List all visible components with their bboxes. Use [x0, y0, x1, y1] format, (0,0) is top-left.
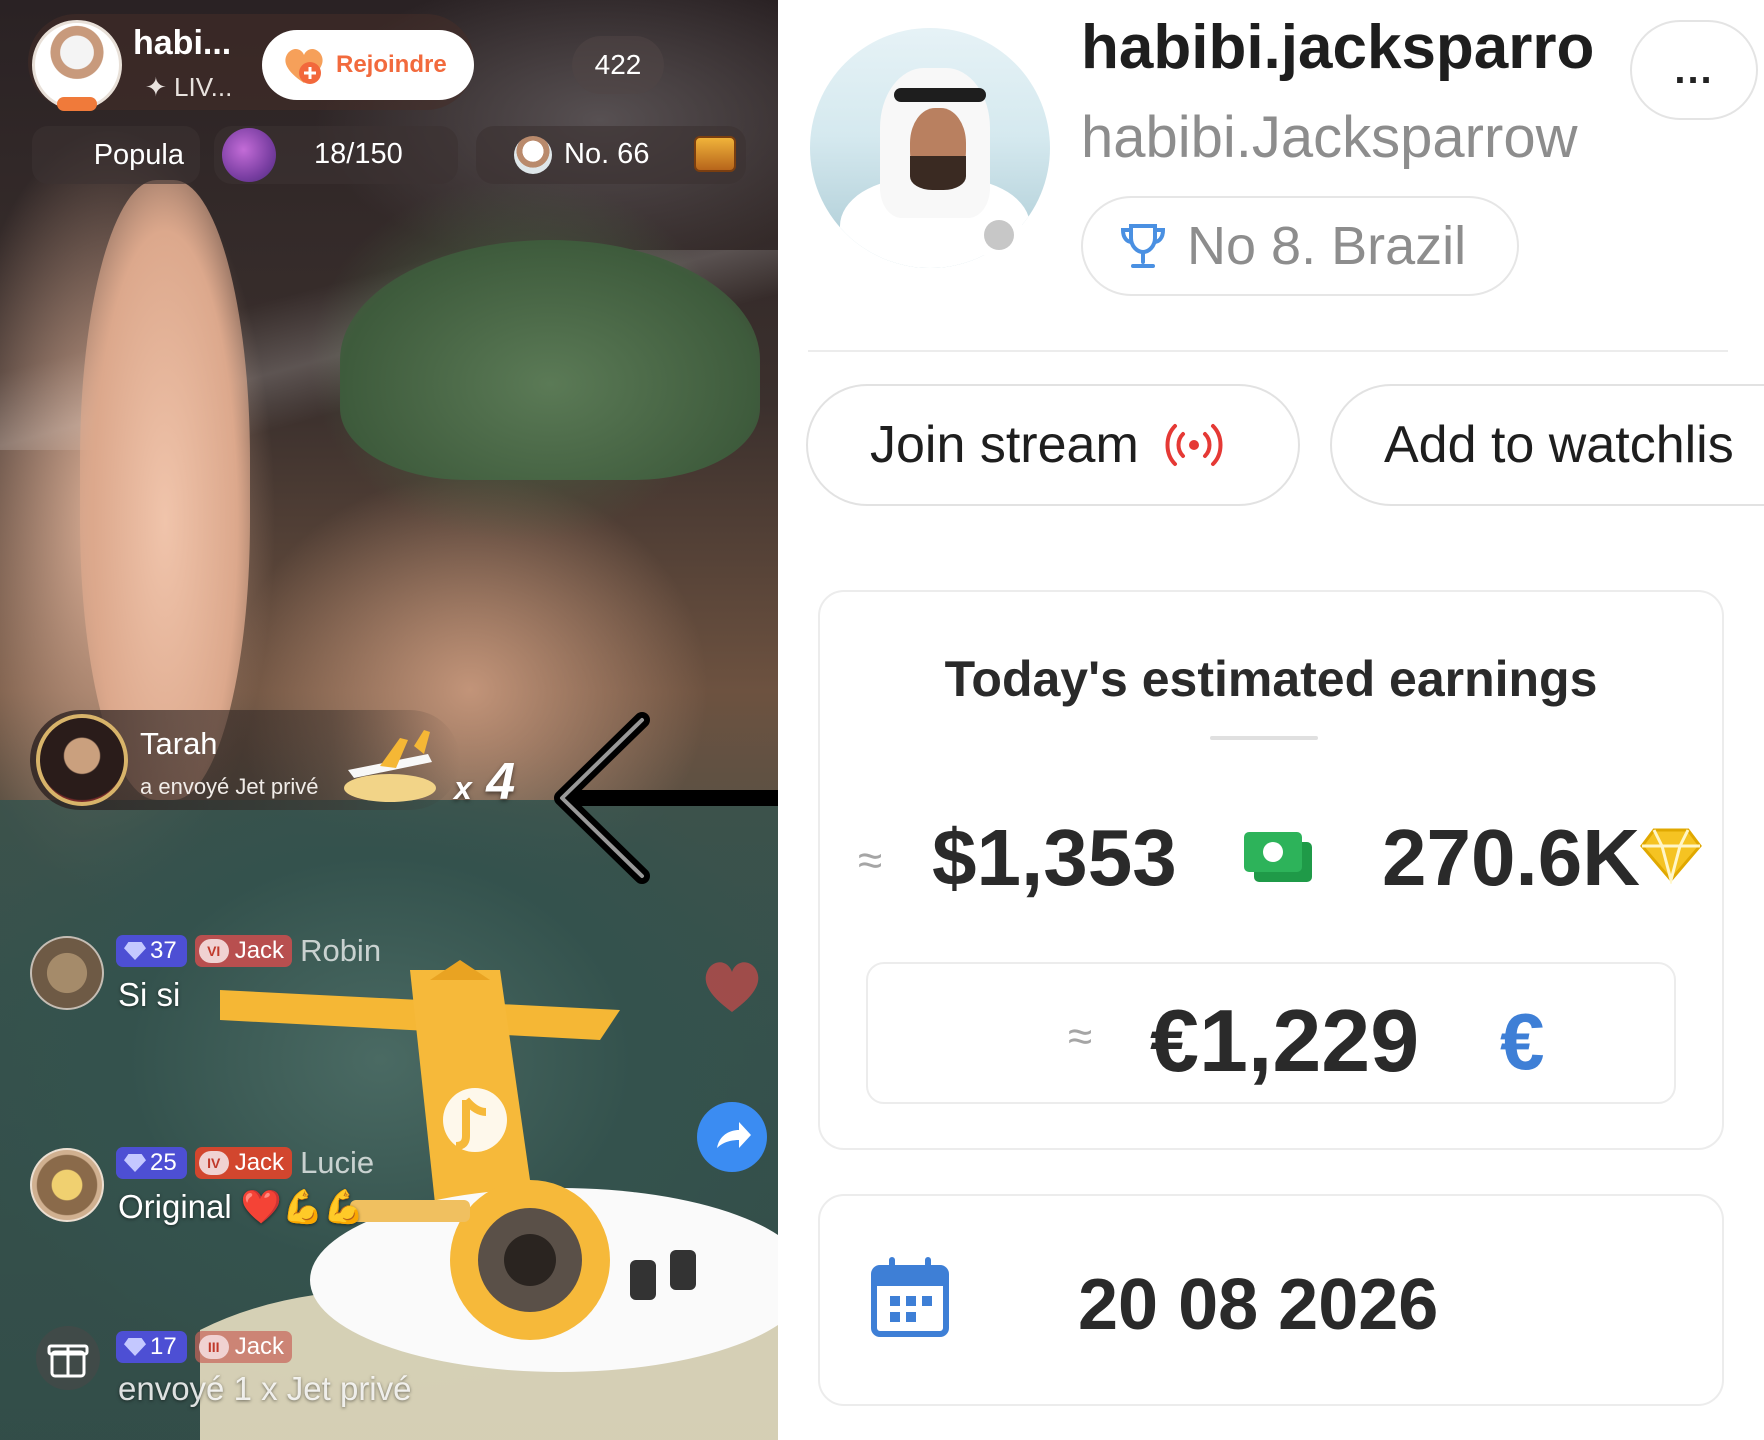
online-status-indicator [974, 210, 1024, 260]
ranking-pill[interactable]: No. 66 [476, 126, 746, 184]
profile-handle: habibi.Jacksparrow [1081, 105, 1578, 170]
background-cap [340, 240, 760, 480]
background-hand [80, 180, 250, 800]
chat-message: envoyé 1 x Jet privé [118, 1370, 412, 1407]
rank-progress: 18/150 [314, 138, 403, 170]
ranking-number: No. 66 [564, 138, 650, 170]
usd-earnings: $1,353 [932, 813, 1177, 902]
heart-plus-icon [285, 48, 323, 84]
earnings-title: Today's estimated earnings [944, 651, 1598, 707]
divider [808, 350, 1728, 352]
host-live-label: ✦ LIV... [145, 72, 233, 102]
gift-button[interactable] [36, 1326, 100, 1390]
profile-panel: habibi.jacksparro habibi.Jacksparrow ...… [778, 0, 1764, 1440]
gift-count: x 4 [454, 753, 516, 811]
annotation-arrow [554, 712, 778, 884]
chat-avatar[interactable] [30, 1148, 104, 1222]
popularity-button[interactable]: Popula [32, 126, 200, 184]
earnings-title-underline [1210, 736, 1318, 740]
chat-meta: 17 III Jack [116, 1330, 293, 1364]
chat-meta: 25 IV Jack Lucie [116, 1145, 374, 1181]
host-avatar[interactable] [32, 20, 122, 111]
add-to-watchlist-button[interactable]: Add to watchlis [1330, 384, 1764, 506]
chat-username[interactable]: Lucie [300, 1145, 374, 1181]
host-name: habi... [133, 24, 232, 62]
rank-badge[interactable]: No 8. Brazil [1081, 196, 1519, 296]
gift-sender-name: Tarah [140, 726, 218, 761]
fan-club-badge: VI Jack [194, 935, 293, 967]
ranking-avatar [514, 136, 552, 174]
gift-sender-avatar[interactable] [36, 714, 128, 806]
live-broadcast-icon [1165, 424, 1223, 466]
more-options-button[interactable]: ... [1630, 20, 1758, 120]
approx-symbol: ≈ [858, 836, 883, 885]
earnings-date: 20 08 2026 [1078, 1265, 1439, 1345]
gift-message: a envoyé Jet privé [140, 774, 319, 799]
gem-icon [124, 1338, 146, 1356]
share-button[interactable] [697, 1102, 767, 1172]
approx-symbol: ≈ [1068, 1012, 1093, 1061]
chat-message: Si si [118, 976, 181, 1013]
profile-display-name: habibi.jacksparro [1081, 13, 1595, 82]
chat-username[interactable]: Robin [300, 933, 381, 969]
fan-club-badge: III Jack [194, 1331, 293, 1363]
join-button-label: Rejoindre [336, 51, 447, 78]
add-to-watchlist-label: Add to watchlis [1384, 416, 1734, 474]
gem-level-badge: 25 [116, 1147, 187, 1179]
calendar-icon [871, 1257, 949, 1337]
diamond-earnings: 270.6K [1382, 813, 1640, 902]
gift-icon [47, 1344, 89, 1378]
join-stream-label: Join stream [870, 416, 1139, 474]
heart-icon [705, 962, 759, 1012]
gem-level-badge: 17 [116, 1331, 187, 1363]
join-button[interactable]: Rejoindre [262, 30, 474, 100]
gem-icon [124, 1154, 146, 1172]
gem-level-badge: 37 [116, 935, 187, 967]
live-stream-view: habi... ✦ LIV... Rejoindre 422 Popula 18… [0, 0, 778, 1440]
eur-earnings: €1,229 [1150, 991, 1420, 1090]
chat-message: Original ❤️💪💪 [118, 1188, 365, 1225]
chat-avatar[interactable] [30, 936, 104, 1010]
rank-label: No 8. Brazil [1187, 216, 1467, 276]
fan-club-badge: IV Jack [194, 1147, 293, 1179]
gem-icon [124, 942, 146, 960]
chat-meta: 37 VI Jack Robin [116, 933, 381, 969]
share-icon [717, 1122, 751, 1148]
chest-icon[interactable] [694, 136, 736, 172]
diamond-icon [1640, 828, 1702, 884]
rank-progress-pill[interactable]: 18/150 [214, 126, 458, 184]
cash-icon [1244, 832, 1312, 882]
viewer-count[interactable]: 422 [572, 36, 664, 94]
euro-icon: € [1500, 997, 1545, 1086]
sparkle-icon: ✦ [145, 72, 175, 102]
join-stream-button[interactable]: Join stream [806, 384, 1300, 506]
trophy-icon [1120, 224, 1166, 268]
league-badge-icon [222, 128, 276, 182]
jet-icon [344, 730, 436, 802]
